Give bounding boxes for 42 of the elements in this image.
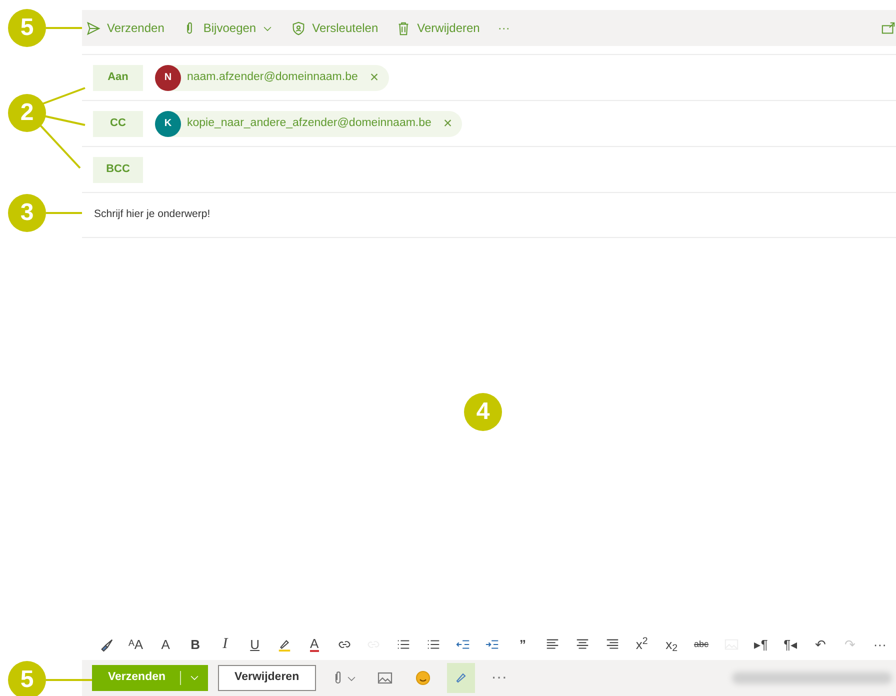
format-button[interactable]: B [185, 634, 206, 654]
format-button[interactable]: x$^{2}$ [632, 634, 652, 654]
toolbar-button[interactable]: ··· [485, 663, 514, 693]
step-number: 5 [8, 661, 46, 696]
format-button[interactable]: A [304, 634, 324, 654]
format-button[interactable]: ᴬA [126, 634, 146, 654]
step-number: 3 [8, 194, 46, 232]
step-number: 2 [8, 94, 46, 132]
format-button[interactable]: I [215, 634, 236, 654]
leader-line [46, 27, 82, 29]
discard-button[interactable]: Verwijderen [218, 665, 316, 691]
avatar: K [155, 110, 181, 136]
leader-line [46, 679, 92, 681]
format-button[interactable]: A [156, 634, 176, 654]
format-button[interactable]: ▸¶ [750, 634, 771, 654]
format-button[interactable]: ” [512, 634, 533, 654]
align-center-icon [574, 636, 590, 652]
toolbar-button[interactable] [447, 663, 476, 693]
smiley-icon [415, 670, 432, 686]
shield-icon [291, 20, 306, 36]
popout-icon [881, 20, 896, 36]
format-button[interactable]: ↶ [810, 634, 830, 654]
step-number: 4 [464, 393, 502, 431]
step-number: 5 [8, 9, 46, 47]
format-button[interactable]: ¶◂ [780, 634, 801, 654]
email-address: kopie_naar_andere_afzender@domeinnaam.be [187, 116, 432, 131]
image-icon [377, 670, 394, 686]
send-icon [86, 20, 101, 36]
avatar: N [155, 64, 181, 90]
format-button[interactable]: U [244, 634, 265, 654]
format-button[interactable]: x$_{2}$ [662, 634, 682, 654]
leader-line [42, 87, 86, 105]
subject-field[interactable]: Schrijf hier je onderwerp! [92, 206, 492, 224]
align-left-icon [544, 636, 560, 652]
align-right-icon [604, 636, 620, 652]
leader-line [46, 212, 82, 214]
email-address: naam.afzender@domeinnaam.be [187, 70, 358, 85]
format-button[interactable]: abc [691, 634, 712, 654]
recipient-chip[interactable]: N naam.afzender@domeinnaam.be × [155, 64, 389, 90]
brush-icon [98, 636, 114, 652]
recipient-chip[interactable]: K kopie_naar_andere_afzender@domeinnaam.be × [155, 110, 462, 136]
format-button[interactable]: ··· [870, 634, 890, 654]
